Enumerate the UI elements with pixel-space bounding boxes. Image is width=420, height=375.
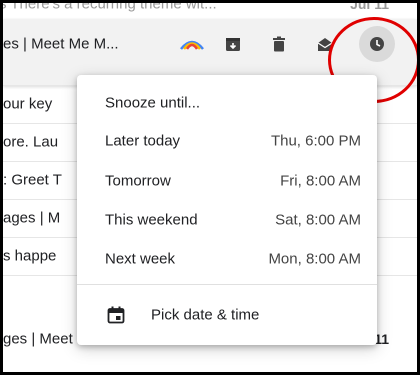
delete-icon[interactable] (271, 36, 287, 52)
email-row-text: ore. Lau (3, 133, 59, 151)
email-row-text: ages | M (3, 209, 61, 227)
menu-divider (77, 284, 377, 285)
email-row-text: s There's a recurring theme wit... (3, 0, 217, 13)
snooze-option-later-today[interactable]: Later today Thu, 6:00 PM (77, 122, 377, 160)
snooze-option-time: Mon, 8:00 AM (268, 250, 361, 268)
snooze-button[interactable] (359, 26, 395, 62)
email-row-text: : Greet T (3, 171, 62, 189)
snooze-option-label: Next week (105, 250, 176, 268)
email-row-text: our key (3, 95, 53, 113)
email-row-text: s happe (3, 247, 57, 265)
snooze-option-label: This weekend (105, 211, 198, 229)
archive-icon[interactable] (225, 36, 241, 52)
pick-date-time-option[interactable]: Pick date & time (77, 295, 377, 335)
email-row[interactable]: s There's a recurring theme wit... Jul 1… (3, 0, 417, 20)
snooze-option-time: Sat, 8:00 AM (275, 211, 361, 229)
calendar-icon (107, 306, 125, 324)
email-row-date: Jul 11 (350, 0, 389, 12)
snooze-menu: Snooze until... Later today Thu, 6:00 PM… (77, 75, 377, 345)
email-list-frame: s There's a recurring theme wit... Jul 1… (0, 0, 420, 375)
label-icon[interactable] (179, 37, 205, 51)
snooze-option-this-weekend[interactable]: This weekend Sat, 8:00 AM (77, 201, 377, 239)
snooze-menu-title: Snooze until... (105, 94, 201, 112)
email-row-text: es | Meet Me M... (3, 35, 119, 53)
snooze-option-time: Fri, 8:00 AM (280, 172, 361, 190)
snooze-option-next-week[interactable]: Next week Mon, 8:00 AM (77, 240, 377, 278)
snooze-option-label: Later today (105, 132, 181, 150)
mark-as-read-icon[interactable] (317, 36, 333, 52)
snooze-option-time: Thu, 6:00 PM (270, 132, 361, 150)
snooze-option-tomorrow[interactable]: Tomorrow Fri, 8:00 AM (77, 162, 377, 200)
pick-date-time-label: Pick date & time (151, 306, 260, 324)
snooze-option-label: Tomorrow (105, 172, 171, 190)
clock-icon (370, 37, 384, 51)
